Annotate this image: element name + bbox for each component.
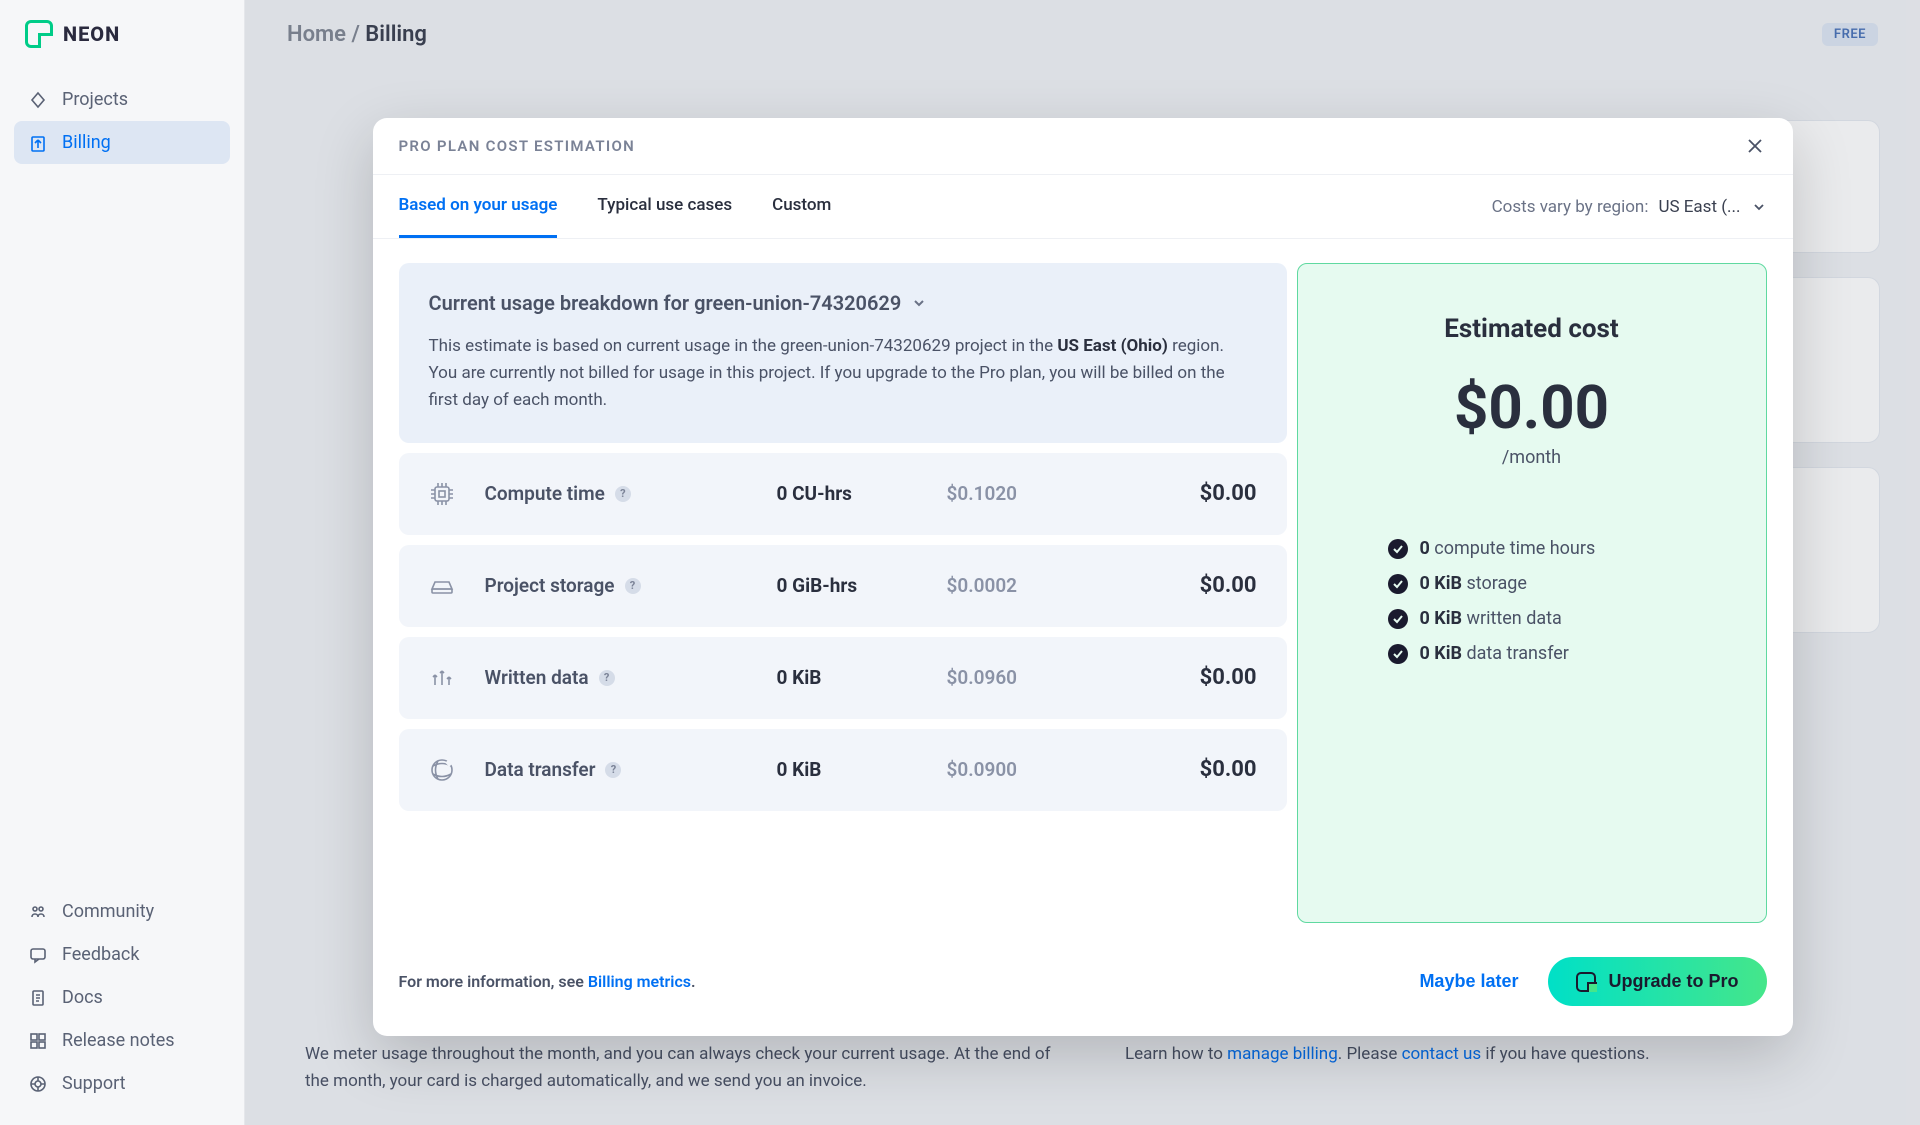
logo-icon [25,20,53,48]
logo-icon [1576,972,1596,992]
metric-row-written: Written data? 0 KiB $0.0960 $0.00 [399,637,1287,719]
close-button[interactable] [1743,134,1767,158]
estimate-line: 0 KiB data transfer [1388,643,1726,664]
nav-support[interactable]: Support [14,1062,230,1105]
estimate-line: 0 KiB written data [1388,608,1726,629]
cpu-icon [429,481,475,507]
estimate-period: /month [1338,447,1726,468]
estimate-summary: Estimated cost $0.00 /month 0 compute ti… [1297,263,1767,923]
docs-icon [28,988,48,1008]
nav-projects[interactable]: Projects [14,78,230,121]
panel-title[interactable]: Current usage breakdown for green-union-… [429,291,1257,315]
feedback-icon [28,945,48,965]
billing-icon [28,133,48,153]
projects-icon [28,90,48,110]
release-notes-icon [28,1031,48,1051]
estimate-line: 0 KiB storage [1388,573,1726,594]
nav-label: Billing [62,132,111,153]
nav-label: Release notes [62,1030,175,1051]
maybe-later-button[interactable]: Maybe later [1419,971,1518,992]
nav-label: Community [62,901,154,922]
help-icon[interactable]: ? [615,486,631,502]
community-icon [28,902,48,922]
billing-metrics-link[interactable]: Billing metrics [588,972,691,991]
support-icon [28,1074,48,1094]
panel-description: This estimate is based on current usage … [429,333,1257,415]
data-transfer-icon [429,757,475,783]
region-label: Costs vary by region: [1492,197,1649,217]
primary-nav: Projects Billing [0,78,244,164]
region-picker: Costs vary by region: US East (... [1492,197,1767,217]
check-icon [1388,609,1408,629]
sidebar: NEON Projects Billing Community Feedback [0,0,245,1125]
estimate-line: 0 compute time hours [1388,538,1726,559]
written-data-icon [429,665,475,691]
modal-tabs: Based on your usage Typical use cases Cu… [399,175,832,238]
close-icon [1745,136,1765,156]
tab-typical-use-cases[interactable]: Typical use cases [597,175,732,238]
help-icon[interactable]: ? [599,670,615,686]
chevron-down-icon [1751,199,1767,215]
main: Home / Billing FREE s created of data pe… [245,0,1920,1125]
nav-community[interactable]: Community [14,890,230,933]
metric-row-storage: Project storage? 0 GiB-hrs $0.0002 $0.00 [399,545,1287,627]
modal-title: PRO PLAN COST ESTIMATION [399,137,636,155]
secondary-nav: Community Feedback Docs Release notes Su… [0,890,244,1105]
nav-label: Projects [62,89,128,110]
help-icon[interactable]: ? [605,762,621,778]
region-value: US East (... [1658,197,1740,217]
upgrade-to-pro-button[interactable]: Upgrade to Pro [1548,957,1766,1006]
estimate-amount: $0.00 [1338,372,1726,443]
check-icon [1388,574,1408,594]
usage-breakdown-panel: Current usage breakdown for green-union-… [399,263,1287,443]
help-icon[interactable]: ? [625,578,641,594]
storage-icon [429,573,475,599]
check-icon [1388,644,1408,664]
brand-name: NEON [63,22,120,46]
nav-label: Feedback [62,944,139,965]
nav-billing[interactable]: Billing [14,121,230,164]
modal-overlay: PRO PLAN COST ESTIMATION Based on your u… [245,0,1920,1125]
brand-logo[interactable]: NEON [0,20,244,78]
metric-row-transfer: Data transfer? 0 KiB $0.0900 $0.00 [399,729,1287,811]
estimate-title: Estimated cost [1338,314,1726,344]
nav-label: Docs [62,987,103,1008]
chevron-down-icon [911,295,927,311]
footer-note: For more information, see Billing metric… [399,972,696,991]
metric-row-compute: Compute time? 0 CU-hrs $0.1020 $0.00 [399,453,1287,535]
tab-custom[interactable]: Custom [772,175,831,238]
region-select[interactable]: US East (... [1658,197,1766,217]
nav-docs[interactable]: Docs [14,976,230,1019]
nav-feedback[interactable]: Feedback [14,933,230,976]
check-icon [1388,539,1408,559]
cost-estimation-modal: PRO PLAN COST ESTIMATION Based on your u… [373,118,1793,1036]
tab-based-on-usage[interactable]: Based on your usage [399,175,558,238]
nav-label: Support [62,1073,126,1094]
nav-release-notes[interactable]: Release notes [14,1019,230,1062]
